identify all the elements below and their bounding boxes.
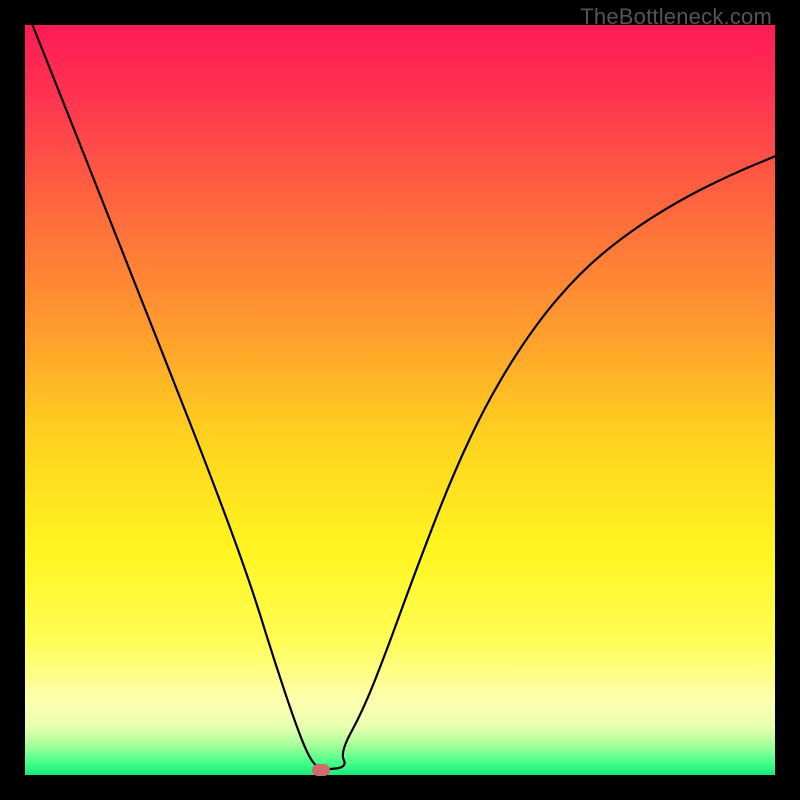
- chart-svg: [25, 25, 775, 775]
- optimum-marker: [312, 764, 330, 776]
- chart-background: [25, 25, 775, 775]
- chart-frame: [25, 25, 775, 775]
